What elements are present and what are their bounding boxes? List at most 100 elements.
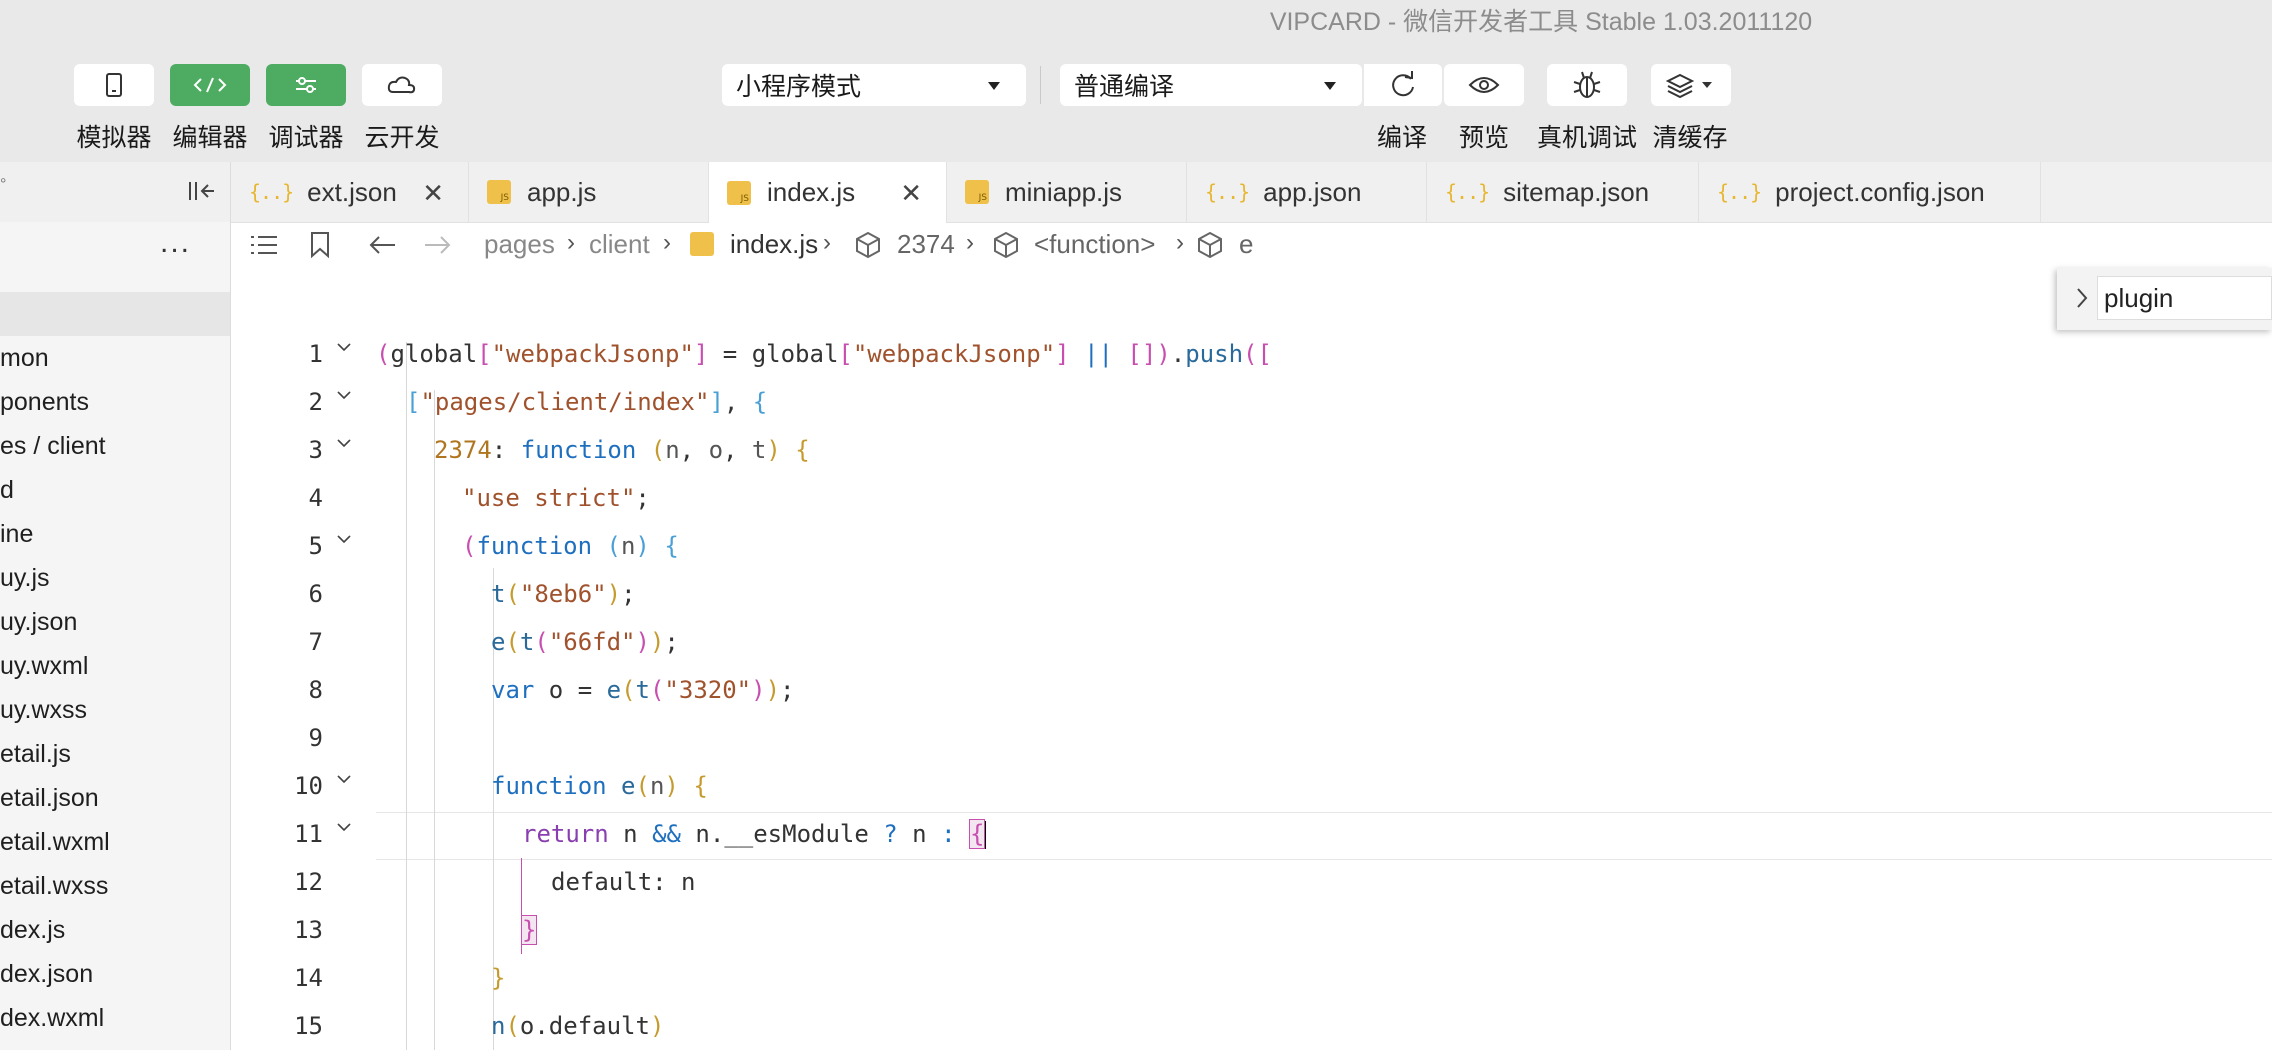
chevron-right-icon: › — [1176, 229, 1184, 256]
tree-item[interactable]: uy.js — [0, 564, 50, 593]
code-line: var o = e(t("3320")); — [491, 676, 795, 704]
more-options-button[interactable]: ... — [160, 226, 191, 260]
collapse-sidebar-icon[interactable] — [186, 178, 216, 204]
chevron-right-icon: › — [663, 229, 671, 256]
line-number: 4 — [308, 484, 323, 512]
simulator-button[interactable] — [74, 64, 154, 106]
back-arrow-icon[interactable] — [367, 233, 397, 257]
simulator-label: 模拟器 — [76, 124, 152, 152]
breadcrumb-item[interactable]: client — [589, 229, 650, 260]
debugger-label: 调试器 — [268, 124, 344, 152]
line-number: 9 — [308, 724, 323, 752]
window-title: VIPCARD - 微信开发者工具 Stable 1.03.2011120 — [1269, 8, 1813, 36]
chevron-right-icon: › — [823, 229, 831, 256]
compile-button[interactable] — [1364, 64, 1442, 106]
preview-button[interactable] — [1444, 64, 1524, 106]
fold-chevron-icon[interactable] — [337, 436, 351, 450]
refresh-icon — [1392, 71, 1414, 97]
search-icon: ° — [0, 176, 7, 193]
json-file-icon: {..} — [249, 180, 294, 204]
tab-ext-json[interactable]: {..} ext.json ✕ — [231, 162, 469, 222]
cloud-dev-button[interactable] — [362, 64, 442, 106]
fold-chevron-icon[interactable] — [337, 772, 351, 786]
code-editor[interactable]: 1 2 3 4 5 6 7 8 9 10 11 12 13 14 15 (global["webpackJs… — [231, 318, 2272, 1050]
line-number: 2 — [308, 388, 323, 416]
close-icon[interactable]: ✕ — [900, 178, 922, 209]
line-number: 13 — [294, 916, 323, 944]
code-line: 2374: function (n, o, t) { — [434, 436, 810, 464]
breadcrumb-item[interactable]: pages — [484, 229, 555, 260]
tab-label: index.js — [767, 177, 856, 207]
tree-item[interactable]: mon — [0, 344, 49, 373]
fold-chevron-icon[interactable] — [337, 820, 351, 834]
tree-item[interactable]: dex.js — [0, 916, 65, 945]
fold-chevron-icon[interactable] — [337, 340, 351, 354]
chevron-right-icon[interactable] — [2075, 286, 2089, 310]
outline-list-icon[interactable] — [249, 233, 279, 257]
code-line: t("8eb6"); — [491, 580, 636, 608]
tree-item[interactable]: ine — [0, 520, 33, 549]
tab-label: miniapp.js — [1005, 176, 1123, 207]
code-line: } — [520, 915, 538, 945]
tree-item[interactable]: es / client — [0, 432, 106, 461]
indent-guide — [406, 342, 407, 1050]
tree-item[interactable]: d — [0, 476, 14, 505]
tree-item[interactable]: dex.json — [0, 960, 93, 989]
tab-project-config-json[interactable]: {..} project.config.json — [1699, 162, 2041, 222]
close-icon[interactable]: ✕ — [422, 178, 444, 209]
find-input[interactable]: plugin — [2097, 276, 2272, 320]
cloud-icon — [387, 76, 416, 94]
mode-select[interactable]: 小程序模式 — [722, 64, 1026, 106]
phone-icon — [106, 73, 122, 97]
breadcrumb-item[interactable]: e — [1239, 229, 1253, 260]
chevron-right-icon: › — [966, 229, 974, 256]
tree-item[interactable]: etail.json — [0, 784, 99, 813]
tree-item[interactable]: etail.wxml — [0, 828, 110, 857]
debugger-button[interactable] — [266, 64, 346, 106]
tab-app-json[interactable]: {..} app.json — [1187, 162, 1427, 222]
line-number: 11 — [294, 820, 323, 848]
breadcrumb-item[interactable]: 2374 — [897, 229, 955, 260]
tree-item[interactable]: etail.js — [0, 740, 71, 769]
json-file-icon: {..} — [1445, 180, 1490, 204]
fold-chevron-icon[interactable] — [337, 388, 351, 402]
breadcrumb-item[interactable]: index.js — [730, 229, 818, 260]
top-toolbar: VIPCARD - 微信开发者工具 Stable 1.03.2011120 模拟… — [0, 0, 2272, 162]
js-file-icon — [965, 180, 989, 204]
tab-index-js[interactable]: index.js ✕ — [709, 162, 947, 223]
tab-miniapp-js[interactable]: miniapp.js — [947, 162, 1187, 222]
fold-chevron-icon[interactable] — [337, 532, 351, 546]
tree-item[interactable]: dex.wxml — [0, 1004, 104, 1033]
tree-item[interactable]: uy.wxml — [0, 652, 88, 681]
clear-cache-label: 清缓存 — [1652, 124, 1728, 152]
tree-item[interactable]: uy.json — [0, 608, 77, 637]
tree-item[interactable]: uy.wxss — [0, 696, 87, 725]
json-file-icon: {..} — [1205, 180, 1250, 204]
selected-tree-row — [0, 292, 230, 336]
tab-label: project.config.json — [1775, 176, 1985, 207]
code-line: (global["webpackJsonp"] = global["webpac… — [376, 340, 1272, 368]
breadcrumb: pages › client › index.js › 2374 › <func… — [231, 223, 2272, 267]
line-number: 7 — [308, 628, 323, 656]
breadcrumb-item[interactable]: <function> — [1034, 229, 1155, 260]
explorer-header: ° — [0, 162, 230, 222]
js-file-icon — [727, 180, 751, 205]
line-number: 14 — [294, 964, 323, 992]
tab-sitemap-json[interactable]: {..} sitemap.json — [1427, 162, 1699, 222]
bookmark-icon[interactable] — [309, 231, 331, 259]
cube-icon — [994, 231, 1018, 259]
editor-button[interactable] — [170, 64, 250, 106]
clear-cache-button[interactable] — [1651, 64, 1731, 106]
tab-label: sitemap.json — [1503, 176, 1650, 207]
tree-item[interactable]: ponents — [0, 388, 89, 417]
line-number: 1 — [308, 340, 323, 368]
compile-select[interactable]: 普通编译 — [1060, 64, 1362, 106]
forward-arrow-icon[interactable] — [423, 233, 453, 257]
tab-app-js[interactable]: app.js — [469, 162, 709, 222]
remote-debug-button[interactable] — [1547, 64, 1627, 106]
line-number: 10 — [294, 772, 323, 800]
code-line: "use strict"; — [462, 484, 650, 512]
editor-tabs: {..} ext.json ✕ app.js index.js ✕ miniap… — [231, 162, 2272, 223]
tree-item[interactable]: etail.wxss — [0, 872, 108, 901]
preview-label: 预览 — [1458, 124, 1509, 152]
